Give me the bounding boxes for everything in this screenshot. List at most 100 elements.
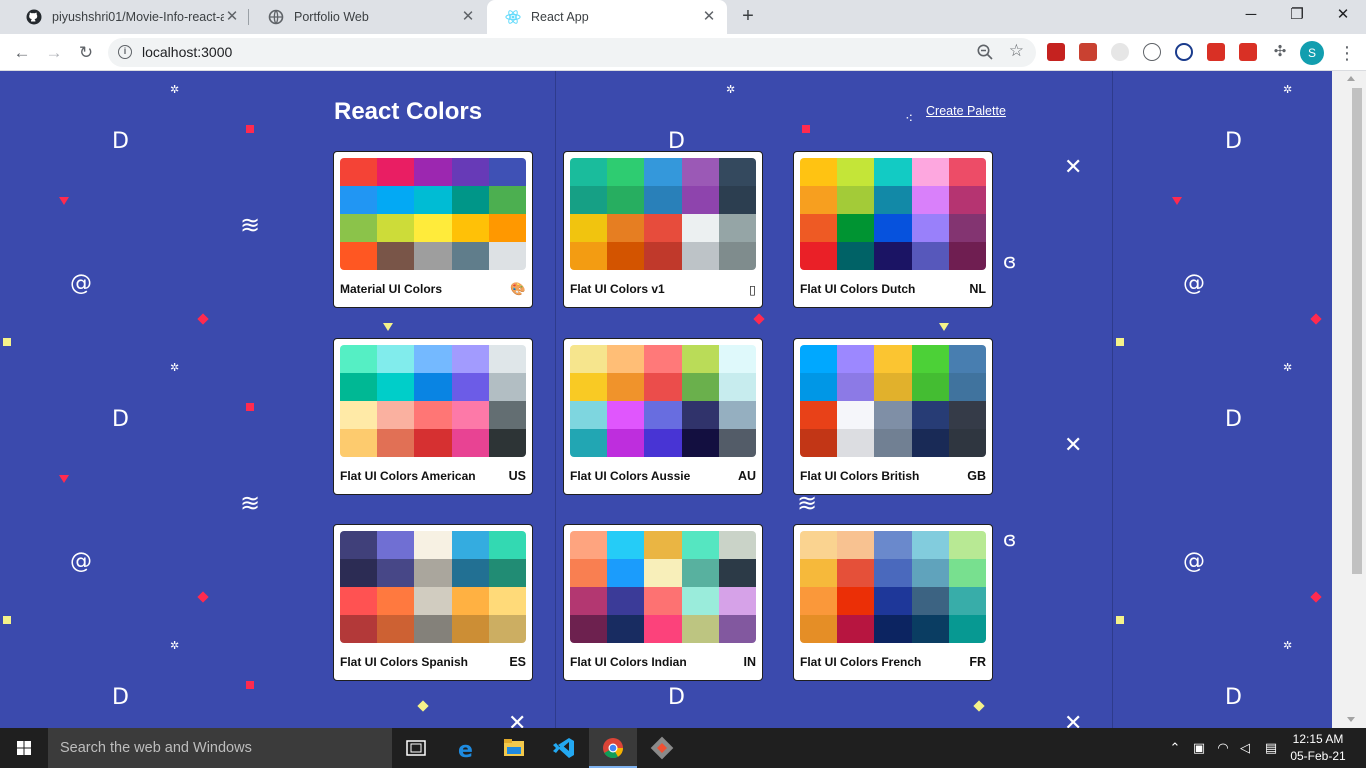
globe-icon bbox=[268, 9, 284, 25]
color-swatch bbox=[340, 587, 378, 615]
palette-card[interactable]: Flat UI Colors Spanish ES bbox=[333, 524, 533, 681]
puzzle-extensions-icon[interactable]: ✣ bbox=[1271, 43, 1289, 61]
color-swatch bbox=[948, 401, 986, 429]
minimize-icon[interactable]: ─ bbox=[1228, 0, 1274, 30]
vscode-icon[interactable] bbox=[540, 728, 588, 768]
sparkle-decoration: ✲ bbox=[170, 361, 180, 374]
color-swatch bbox=[837, 531, 875, 559]
bookmark-star-icon[interactable]: ☆ bbox=[1009, 41, 1024, 61]
volume-icon[interactable]: ◁ bbox=[1236, 728, 1254, 768]
windows-taskbar: Search the web and Windows e ⌃ ▣ ◠ ◁ ▤ 1… bbox=[0, 728, 1366, 768]
zoom-icon[interactable] bbox=[976, 43, 994, 61]
color-swatch bbox=[570, 345, 608, 373]
color-swatch bbox=[414, 242, 452, 270]
create-palette-link[interactable]: Create Palette bbox=[926, 104, 1006, 118]
close-tab-icon[interactable]: ✕ bbox=[701, 9, 717, 25]
new-tab-button[interactable]: + bbox=[737, 5, 759, 27]
taskbar-clock[interactable]: 12:15 AM 05-Feb-21 bbox=[1290, 731, 1346, 765]
dots-decoration: ⁖ bbox=[905, 111, 914, 127]
color-swatch bbox=[681, 345, 719, 373]
close-tab-icon[interactable]: ✕ bbox=[460, 9, 476, 25]
color-swatch bbox=[607, 214, 645, 242]
color-swatch bbox=[911, 429, 949, 457]
taskbar-search-box[interactable]: Search the web and Windows bbox=[48, 728, 392, 768]
color-swatch bbox=[414, 429, 452, 457]
palette-card[interactable]: Flat UI Colors Dutch NL bbox=[793, 151, 993, 308]
palette-name: Flat UI Colors Dutch bbox=[800, 282, 916, 296]
palette-emoji: GB bbox=[967, 469, 986, 483]
block-extension-icon[interactable] bbox=[1175, 43, 1193, 61]
palette-card[interactable]: Flat UI Colors v1 ▯ bbox=[563, 151, 763, 308]
color-swatch bbox=[718, 587, 756, 615]
git-app-icon[interactable] bbox=[638, 728, 686, 768]
close-window-icon[interactable]: ✕ bbox=[1320, 0, 1366, 30]
tab-portfolio[interactable]: Portfolio Web ✕ bbox=[250, 0, 486, 34]
color-swatch bbox=[718, 401, 756, 429]
page-scrollbar[interactable] bbox=[1332, 71, 1366, 728]
extension-icon[interactable] bbox=[1143, 43, 1161, 61]
color-swatch bbox=[681, 559, 719, 587]
color-swatch bbox=[414, 214, 452, 242]
palette-swatches bbox=[800, 158, 986, 270]
color-swatch bbox=[340, 401, 378, 429]
profile-avatar[interactable]: S bbox=[1300, 41, 1324, 65]
color-swatch bbox=[800, 559, 838, 587]
palette-card[interactable]: Flat UI Colors British GB bbox=[793, 338, 993, 495]
close-tab-icon[interactable]: ✕ bbox=[224, 9, 240, 25]
color-swatch bbox=[607, 345, 645, 373]
tray-expand-icon[interactable]: ⌃ bbox=[1166, 728, 1184, 768]
scroll-down-arrow-icon[interactable] bbox=[1347, 717, 1355, 722]
forward-icon[interactable]: → bbox=[42, 41, 66, 65]
restore-icon[interactable]: ❐ bbox=[1274, 0, 1320, 30]
palette-card[interactable]: Flat UI Colors Indian IN bbox=[563, 524, 763, 681]
extension-icon[interactable] bbox=[1111, 43, 1129, 61]
pdf-extension-icon[interactable] bbox=[1047, 43, 1065, 61]
color-swatch bbox=[570, 587, 608, 615]
color-swatch bbox=[837, 559, 875, 587]
extension-icon[interactable] bbox=[1239, 43, 1257, 61]
scroll-up-arrow-icon[interactable] bbox=[1347, 76, 1355, 81]
cross-decoration: ✕ bbox=[508, 711, 527, 728]
tab-react-app[interactable]: React App ✕ bbox=[487, 0, 727, 34]
scroll-thumb[interactable] bbox=[1352, 88, 1362, 574]
color-swatch bbox=[718, 242, 756, 270]
color-swatch bbox=[340, 158, 378, 186]
chrome-taskbar-icon[interactable] bbox=[589, 728, 637, 768]
tab-github[interactable]: piyushshri01/Movie-Info-react-ap ✕ bbox=[8, 0, 250, 34]
reload-icon[interactable]: ↻ bbox=[74, 41, 98, 65]
palette-card[interactable]: Material UI Colors 🎨 bbox=[333, 151, 533, 308]
color-swatch bbox=[488, 429, 526, 457]
color-swatch bbox=[340, 559, 378, 587]
network-icon[interactable]: ▣ bbox=[1190, 728, 1208, 768]
site-info-icon[interactable]: i bbox=[118, 45, 132, 59]
color-swatch bbox=[718, 373, 756, 401]
color-swatch bbox=[911, 401, 949, 429]
palette-card[interactable]: Flat UI Colors French FR bbox=[793, 524, 993, 681]
color-swatch bbox=[911, 615, 949, 643]
color-swatch bbox=[340, 531, 378, 559]
adblock-extension-icon[interactable] bbox=[1207, 43, 1225, 61]
more-menu-icon[interactable]: ⋮ bbox=[1338, 41, 1356, 65]
address-bar[interactable]: i localhost:3000 ☆ bbox=[108, 38, 1036, 67]
windows-start-button[interactable] bbox=[0, 728, 48, 768]
palette-card[interactable]: Flat UI Colors American US bbox=[333, 338, 533, 495]
color-swatch bbox=[800, 615, 838, 643]
file-explorer-icon[interactable] bbox=[490, 728, 538, 768]
task-view-icon[interactable] bbox=[392, 728, 440, 768]
back-icon[interactable]: ← bbox=[10, 41, 34, 65]
color-swatch bbox=[451, 615, 489, 643]
extension-icon[interactable] bbox=[1079, 43, 1097, 61]
wifi-icon[interactable]: ◠ bbox=[1213, 728, 1233, 768]
color-swatch bbox=[644, 373, 682, 401]
d-shape-decoration: D bbox=[1225, 685, 1242, 710]
color-swatch bbox=[607, 242, 645, 270]
sparkle-decoration: ✲ bbox=[726, 83, 736, 96]
edge-browser-icon[interactable]: e bbox=[442, 728, 490, 768]
palette-card[interactable]: Flat UI Colors Aussie AU bbox=[563, 338, 763, 495]
color-swatch bbox=[681, 373, 719, 401]
color-swatch bbox=[911, 186, 949, 214]
color-swatch bbox=[488, 401, 526, 429]
background-divider bbox=[1112, 71, 1113, 728]
color-swatch bbox=[488, 242, 526, 270]
notifications-icon[interactable]: ▤ bbox=[1261, 728, 1281, 768]
